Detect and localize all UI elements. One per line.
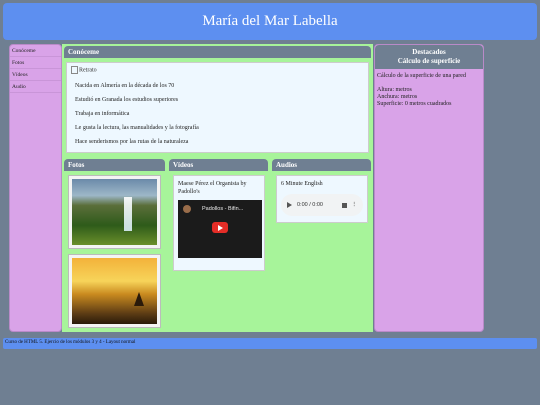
nav-item-audio[interactable]: Audio — [10, 81, 61, 93]
about-body: Retrato Nacida en Almería en la década d… — [66, 62, 369, 153]
width-field: Anchura: metros — [377, 94, 418, 100]
calc-description: Cálculo de la superficie de una pared — [377, 73, 466, 79]
about-line: Le gusta la lectura, las manualidades y … — [75, 125, 199, 131]
portrait-image: Retrato — [71, 66, 97, 74]
about-section: Conóceme Retrato Nacida en Almería en la… — [64, 46, 371, 156]
videos-section: Vídeos Maese Pérez el Organista by Padol… — [169, 159, 268, 332]
about-line: Nacida en Almería en la década de los 70 — [75, 83, 175, 89]
about-line: Hace senderismos por las rutas de la nat… — [75, 139, 189, 145]
audio-player[interactable]: 0:00 / 0:00 ⋮ — [281, 194, 363, 216]
photos-title: Fotos — [64, 159, 165, 171]
waterfall-photo — [68, 175, 161, 249]
audio-section: Audios 6 Minute English 0:00 / 0:00 ⋮ — [272, 159, 371, 332]
surface-result: Superficie: 0 metros cuadrados — [377, 101, 452, 107]
footer-text: Curso de HTML 5. Ejercio de los módulos … — [5, 340, 136, 345]
more-options-icon[interactable]: ⋮ — [352, 202, 358, 208]
about-line: Trabaja en informática — [75, 111, 130, 117]
site-title: María del Mar Labella — [202, 13, 338, 29]
video-caption: Maese Pérez el Organista by Padollo's — [178, 181, 247, 195]
main-content: Conóceme Retrato Nacida en Almería en la… — [62, 44, 373, 332]
about-line: Estudió en Granada los estudios superior… — [75, 97, 179, 103]
calc-heading: Cálculo de superficie — [397, 57, 461, 65]
audio-title: Audios — [272, 159, 371, 171]
sunset-ship-photo — [68, 254, 161, 328]
about-title: Conóceme — [64, 46, 371, 58]
highlights-heading: Destacados — [412, 48, 446, 56]
audio-caption: 6 Minute English — [281, 181, 323, 187]
video-player[interactable]: Padollos - Bifin... — [178, 200, 262, 258]
calc-body: Cálculo de la superficie de una pared Al… — [375, 69, 483, 112]
audio-time: 0:00 / 0:00 — [297, 202, 323, 208]
play-icon[interactable] — [287, 202, 292, 208]
videos-title: Vídeos — [169, 159, 268, 171]
highlights-sidebar: Destacados Cálculo de superficie Cálculo… — [374, 44, 484, 332]
youtube-play-icon[interactable] — [212, 222, 228, 233]
site-header: María del Mar Labella — [3, 3, 537, 40]
volume-icon[interactable] — [341, 202, 347, 208]
nav-item-conoceme[interactable]: Conóceme — [10, 45, 61, 57]
photos-section: Fotos — [64, 159, 165, 332]
height-field: Altura: metros — [377, 87, 412, 93]
audio-card: 6 Minute English 0:00 / 0:00 ⋮ — [276, 175, 368, 223]
nav-item-videos[interactable]: Vídeos — [10, 69, 61, 81]
nav-item-fotos[interactable]: Fotos — [10, 57, 61, 69]
video-card: Maese Pérez el Organista by Padollo's Pa… — [173, 175, 265, 271]
channel-avatar — [183, 205, 191, 213]
video-thumb-title: Padollos - Bifin... — [202, 206, 244, 212]
site-footer: Curso de HTML 5. Ejercio de los módulos … — [3, 338, 537, 349]
highlights-title: Destacados Cálculo de superficie — [375, 45, 483, 69]
sidebar-nav: Conóceme Fotos Vídeos Audio — [9, 44, 62, 332]
